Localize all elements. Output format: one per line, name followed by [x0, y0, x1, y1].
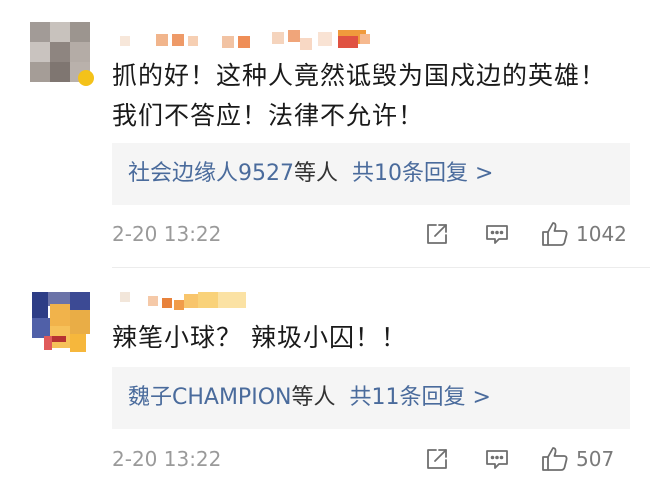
- timestamp: 2-20 13:22: [112, 222, 222, 246]
- timestamp: 2-20 13:22: [112, 447, 222, 471]
- avatar[interactable]: [30, 22, 94, 86]
- username-pixelated[interactable]: [112, 288, 392, 310]
- comment-button[interactable]: [484, 444, 510, 474]
- share-icon: [427, 224, 447, 244]
- replies-preview[interactable]: 社会边缘人9527等人 共10条回复 >: [112, 143, 630, 205]
- comment-text-line: 抓的好！这种人竟然诋毁为国戍边的英雄！: [112, 61, 607, 90]
- share-button[interactable]: [424, 219, 450, 249]
- comment-meta-row: 2-20 13:22 1042: [112, 219, 632, 249]
- like-count: 507: [576, 447, 615, 471]
- reply-suffix: 等人: [291, 385, 336, 410]
- comment-item: 抓的好！这种人竟然诋毁为国戍边的英雄！ 我们不答应！法律不允许！ 社会边缘人95…: [0, 0, 650, 268]
- comment-body: 辣笔小球？ 辣圾小囚！！: [112, 318, 407, 358]
- reply-suffix: 等人: [294, 161, 339, 186]
- comment-text-line: 我们不答应！法律不允许！: [112, 101, 425, 130]
- avatar[interactable]: [30, 292, 90, 352]
- thumbs-up-icon: [542, 222, 568, 246]
- comment-text-line: 辣笔小球？ 辣圾小囚！！: [112, 323, 407, 352]
- like-button[interactable]: 1042: [540, 219, 627, 249]
- comment-body: 抓的好！这种人竟然诋毁为国戍边的英雄！ 我们不答应！法律不允许！: [112, 56, 606, 136]
- like-count: 1042: [576, 222, 627, 246]
- reply-users[interactable]: 魏子CHAMPION: [128, 385, 291, 410]
- like-button[interactable]: 507: [540, 444, 614, 474]
- comment-icon: [486, 450, 508, 469]
- reply-users[interactable]: 社会边缘人9527: [128, 161, 294, 186]
- replies-preview[interactable]: 魏子CHAMPION等人 共11条回复 >: [112, 367, 630, 429]
- reply-count-link[interactable]: 共10条回复 >: [352, 161, 493, 186]
- reply-count-link[interactable]: 共11条回复 >: [349, 385, 490, 410]
- comment-button[interactable]: [484, 219, 510, 249]
- comment-item: 辣笔小球？ 辣圾小囚！！ 魏子CHAMPION等人 共11条回复 > 2-20 1…: [0, 268, 650, 500]
- comment-icon: [486, 225, 508, 244]
- username-pixelated[interactable]: [112, 28, 392, 50]
- share-icon: [427, 449, 447, 469]
- share-button[interactable]: [424, 444, 450, 474]
- thumbs-up-icon: [542, 447, 568, 471]
- comment-meta-row: 2-20 13:22 507: [112, 444, 632, 474]
